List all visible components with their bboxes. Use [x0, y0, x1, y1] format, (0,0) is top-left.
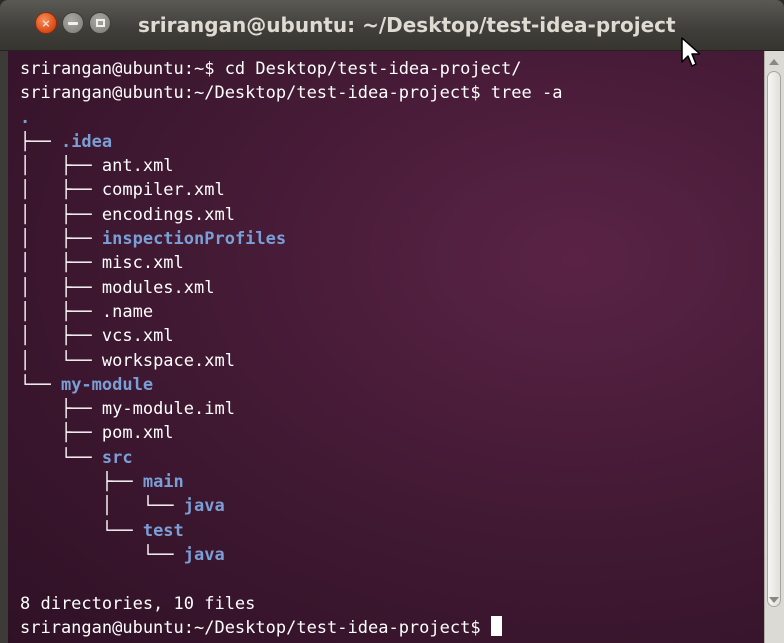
terminal-line: └── src: [20, 446, 764, 470]
terminal-line: └── my-module: [20, 373, 764, 397]
terminal-line: ├── my-module.iml: [20, 397, 764, 421]
terminal-line: │ ├── vcs.xml: [20, 324, 764, 348]
tree-branch: │ ├──: [20, 180, 102, 201]
terminal-line: ├── main: [20, 470, 764, 494]
tree-branch: ├──: [20, 423, 102, 444]
terminal-line: │ ├── compiler.xml: [20, 178, 764, 202]
tree-branch: │ ├──: [20, 156, 102, 177]
terminal-line: └── test: [20, 519, 764, 543]
vertical-scrollbar[interactable]: [764, 51, 784, 643]
terminal-line: │ ├── ant.xml: [20, 154, 764, 178]
terminal-line: 8 directories, 10 files: [20, 592, 764, 616]
tree-branch: └──: [20, 374, 61, 395]
terminal-text: 8 directories, 10 files: [20, 593, 256, 614]
tree-branch: │ ├──: [20, 204, 102, 225]
terminal-line: │ └── workspace.xml: [20, 349, 764, 373]
tree-branch: └──: [20, 520, 143, 541]
terminal-line: │ ├── .name: [20, 300, 764, 324]
terminal-line: ├── .idea: [20, 130, 764, 154]
terminal-text: .: [20, 107, 31, 128]
directory-name: inspectionProfiles: [101, 229, 287, 250]
terminal-line: .: [20, 106, 764, 130]
tree-branch: └──: [20, 447, 102, 468]
tree-branch: └──: [20, 544, 184, 565]
terminal-line: srirangan@ubuntu:~/Desktop/test-idea-pro…: [20, 615, 764, 640]
minimize-button[interactable]: [62, 12, 84, 34]
terminal-text: vcs.xml: [101, 326, 174, 347]
directory-name: java: [183, 496, 225, 517]
tree-branch: │ └──: [20, 350, 102, 371]
terminal-line: srirangan@ubuntu:~/Desktop/test-idea-pro…: [20, 81, 764, 105]
terminal-text: compiler.xml: [101, 180, 225, 201]
terminal-line: │ ├── modules.xml: [20, 276, 764, 300]
mouse-pointer-icon: [681, 37, 700, 67]
text-cursor: [490, 615, 502, 636]
scroll-down-arrow-icon[interactable]: [769, 597, 779, 603]
close-icon: ×: [41, 16, 51, 30]
terminal-line: srirangan@ubuntu:~$ cd Desktop/test-idea…: [20, 57, 764, 81]
terminal-text: misc.xml: [101, 253, 184, 274]
terminal-text: modules.xml: [101, 277, 215, 298]
terminal-text: .name: [101, 301, 154, 322]
window-title: srirangan@ubuntu: ~/Desktop/test-idea-pr…: [138, 13, 676, 37]
tree-branch: │ ├──: [20, 301, 102, 322]
terminal-text: srirangan@ubuntu:~$ cd Desktop/test-idea…: [20, 59, 522, 79]
scroll-up-arrow-icon[interactable]: [769, 59, 779, 65]
terminal-output: srirangan@ubuntu:~$ cd Desktop/test-idea…: [20, 57, 764, 640]
terminal-text: my-module.iml: [101, 399, 235, 420]
minimize-icon: [68, 21, 78, 25]
terminal-line: │ ├── inspectionProfiles: [20, 227, 764, 251]
tree-branch: │ ├──: [20, 253, 102, 274]
scrollbar-thumb[interactable]: [767, 71, 781, 607]
tree-branch: │ ├──: [20, 277, 102, 298]
terminal-window: × srirangan@ubuntu: ~/Desktop/test-idea-…: [0, 0, 784, 643]
directory-name: main: [142, 472, 184, 493]
terminal-text: srirangan@ubuntu:~/Desktop/test-idea-pro…: [20, 617, 491, 638]
directory-name: test: [142, 520, 184, 541]
directory-name: java: [183, 544, 225, 565]
tree-branch: │ └──: [20, 496, 184, 517]
terminal-text: srirangan@ubuntu:~/Desktop/test-idea-pro…: [20, 83, 563, 104]
directory-name: src: [101, 447, 133, 468]
tree-branch: │ ├──: [20, 229, 102, 250]
terminal-content[interactable]: srirangan@ubuntu:~$ cd Desktop/test-idea…: [8, 51, 764, 643]
terminal-text: pom.xml: [101, 423, 174, 444]
tree-branch: ├──: [20, 472, 143, 493]
terminal-text: encodings.xml: [101, 204, 235, 225]
maximize-button[interactable]: [89, 12, 111, 34]
terminal-line: ├── pom.xml: [20, 421, 764, 445]
terminal-line: │ └── java: [20, 494, 764, 518]
tree-branch: │ ├──: [20, 326, 102, 347]
maximize-icon: [95, 19, 105, 27]
directory-name: my-module: [60, 374, 154, 395]
terminal-line: │ ├── misc.xml: [20, 251, 764, 275]
directory-name: .idea: [60, 131, 113, 152]
tree-branch: ├──: [20, 399, 102, 420]
terminal-line: │ ├── encodings.xml: [20, 203, 764, 227]
terminal-text: ant.xml: [101, 156, 174, 177]
close-button[interactable]: ×: [35, 12, 57, 34]
tree-branch: ├──: [20, 131, 61, 152]
title-bar[interactable]: × srirangan@ubuntu: ~/Desktop/test-idea-…: [0, 0, 784, 51]
terminal-line: └── java: [20, 543, 764, 567]
terminal-text: workspace.xml: [101, 350, 235, 371]
